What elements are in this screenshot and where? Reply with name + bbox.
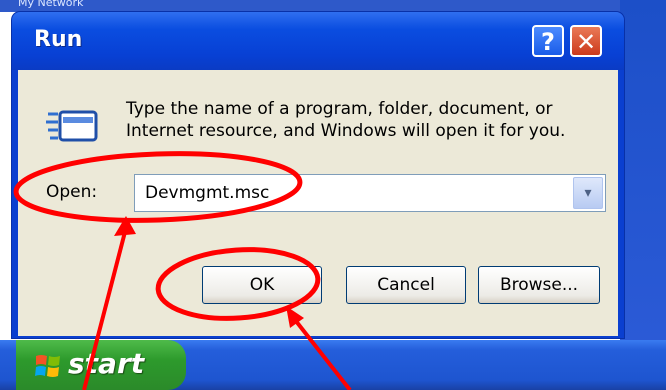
close-button[interactable]: ✕ xyxy=(570,25,602,57)
desktop-icon-label: My Network xyxy=(18,0,84,9)
open-label: Open: xyxy=(46,182,98,202)
open-input[interactable]: Devmgmt.msc xyxy=(145,183,269,203)
dialog-body: Type the name of a program, folder, docu… xyxy=(18,70,618,336)
title-bar[interactable]: Run ? ✕ xyxy=(12,12,624,70)
desktop-strip: My Network xyxy=(0,0,620,12)
run-icon xyxy=(46,110,98,142)
open-combobox[interactable]: Devmgmt.msc ▾ xyxy=(134,174,606,212)
start-label[interactable]: start xyxy=(68,347,144,380)
browse-button[interactable]: Browse... xyxy=(478,266,600,304)
desktop-background xyxy=(620,0,666,340)
run-dialog: Run ? ✕ Type the name of a program, fold… xyxy=(12,12,624,338)
help-button[interactable]: ? xyxy=(532,25,564,57)
cancel-button[interactable]: Cancel xyxy=(346,266,466,304)
dropdown-arrow-icon[interactable]: ▾ xyxy=(573,177,603,209)
windows-logo-icon xyxy=(35,355,60,377)
dialog-description: Type the name of a program, folder, docu… xyxy=(126,99,566,141)
ok-button[interactable]: OK xyxy=(202,266,322,304)
window-title: Run xyxy=(34,27,83,52)
